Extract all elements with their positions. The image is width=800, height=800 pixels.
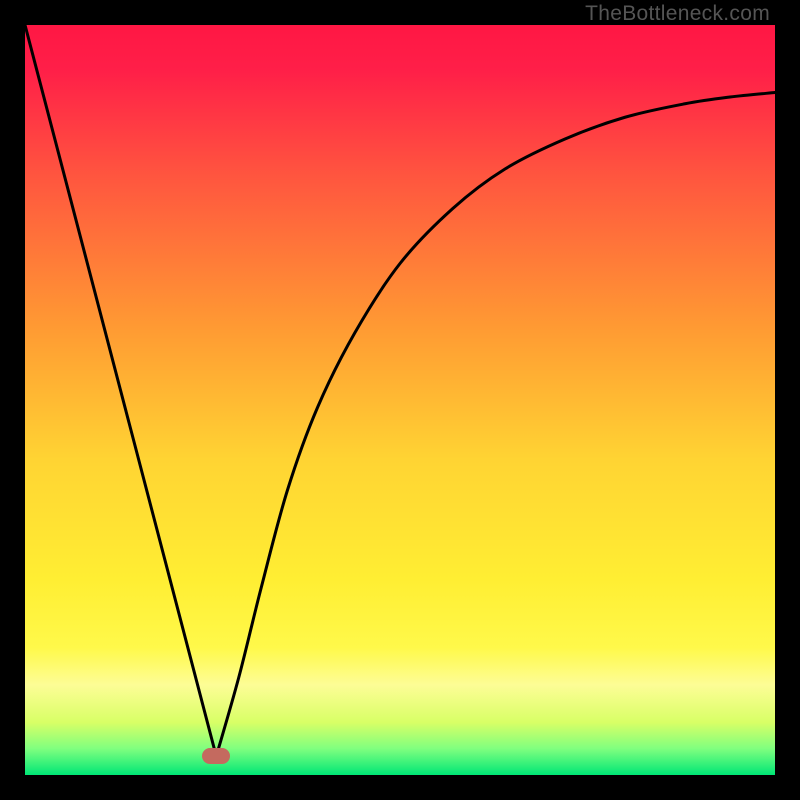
plot-area [25,25,775,775]
vertex-marker [202,748,230,764]
watermark-text: TheBottleneck.com [585,2,770,26]
bottleneck-curve [25,25,775,756]
canvas-frame: TheBottleneck.com [0,0,800,800]
curve-layer [25,25,775,775]
